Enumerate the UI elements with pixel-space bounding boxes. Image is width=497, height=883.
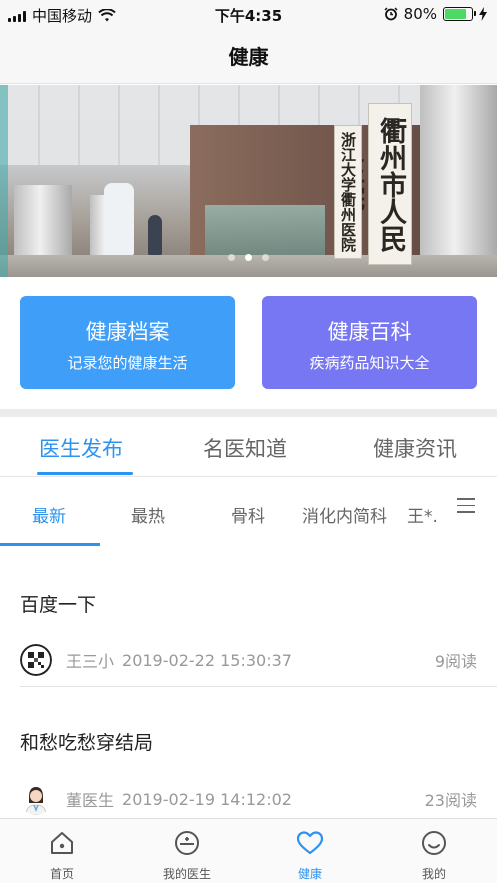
- tabbar-home-label: 首页: [49, 867, 74, 881]
- smile-icon: [422, 831, 446, 855]
- category-tab-gastroenterology[interactable]: 消化内简科: [302, 502, 387, 527]
- charging-icon: [479, 7, 487, 21]
- status-right: 80%: [384, 5, 487, 23]
- doctor-avatar-icon: [20, 783, 52, 815]
- tabbar-mine-label: 我的: [421, 867, 446, 881]
- battery-percent: 80%: [403, 5, 437, 23]
- health-encyclopedia-title: 健康百科: [327, 320, 412, 344]
- battery-icon: [443, 7, 476, 21]
- article-title: 百度一下: [20, 594, 97, 616]
- status-bar: 中国移动 下午4:35 80%: [0, 0, 497, 30]
- health-page: 中国移动 下午4:35 80% 健康 衢州市人民 浙江大学衢州医院 健康档案 记…: [0, 0, 497, 883]
- alarm-icon: [384, 7, 398, 21]
- banner-person: [104, 183, 134, 255]
- carousel-dot[interactable]: [245, 254, 252, 261]
- heart-icon: [296, 831, 324, 855]
- article-author: 董医生: [66, 791, 115, 810]
- banner-edge: [0, 85, 8, 277]
- tabbar-my-doctor[interactable]: 我的医生: [137, 819, 237, 883]
- category-tab-latest[interactable]: 最新: [32, 502, 66, 527]
- hospital-sign-left: 浙江大学衢州医院: [334, 125, 362, 259]
- tabbar-health[interactable]: 健康: [260, 819, 360, 883]
- bottom-tab-bar: 首页 我的医生 健康 我的: [0, 818, 497, 883]
- nav-bar: 健康: [0, 30, 497, 84]
- banner-person: [148, 215, 162, 255]
- tab-famous-doctors[interactable]: 名医知道: [203, 433, 287, 463]
- category-tab-orthopedics[interactable]: 骨科: [231, 502, 265, 527]
- tabbar-my-doctor-label: 我的医生: [162, 867, 211, 881]
- category-menu-icon[interactable]: [457, 498, 475, 514]
- article-datetime: 2019-02-19 14:12:02: [122, 789, 292, 809]
- article-meta: 王三小 2019-02-22 15:30:37 9阅读: [20, 644, 477, 676]
- carousel-dot[interactable]: [228, 254, 235, 261]
- health-encyclopedia-subtitle: 疾病药品知识大全: [309, 354, 430, 372]
- carousel-dots: [0, 254, 497, 261]
- doctor-bag-icon: [175, 831, 199, 855]
- battery-fill: [445, 9, 466, 19]
- health-encyclopedia-card[interactable]: 健康百科 疾病药品知识大全: [262, 296, 477, 389]
- article-author: 王三小: [66, 652, 115, 671]
- avatar: [20, 644, 52, 676]
- hospital-sign-right: 衢州市人民医院: [333, 103, 412, 265]
- section-divider: [0, 409, 497, 417]
- tabbar-mine[interactable]: 我的: [384, 819, 484, 883]
- article-item[interactable]: 百度一下 王三小 2019-02-22 15:30:37 9阅读: [0, 564, 497, 688]
- tab-doctor-posts[interactable]: 医生发布: [39, 433, 123, 463]
- page-title: 健康: [228, 45, 269, 69]
- health-record-subtitle: 记录您的健康生活: [67, 354, 188, 372]
- health-record-title: 健康档案: [85, 320, 170, 344]
- article-title: 和愁吃愁穿结局: [20, 732, 154, 754]
- article-datetime: 2019-02-22 15:30:37: [122, 650, 292, 670]
- home-icon: [51, 832, 73, 854]
- category-tab-wang[interactable]: 王*.: [407, 502, 438, 527]
- main-tab-indicator: [37, 472, 133, 475]
- article-meta: 董医生 2019-02-19 14:12:02 23阅读: [20, 783, 477, 815]
- category-tab-hottest[interactable]: 最热: [131, 502, 165, 527]
- tabbar-health-label: 健康: [297, 867, 322, 881]
- tab-health-news[interactable]: 健康资讯: [373, 433, 457, 463]
- list-spacer: [0, 546, 497, 564]
- banner-carousel[interactable]: 衢州市人民医院 浙江大学衢州医院: [0, 85, 497, 277]
- article-reads: 23阅读: [424, 791, 477, 810]
- avatar: [20, 783, 52, 815]
- health-record-card[interactable]: 健康档案 记录您的健康生活: [20, 296, 235, 389]
- article-reads: 9阅读: [434, 652, 477, 671]
- article-item[interactable]: 和愁吃愁穿结局 董医生 2019-02-19 14:12:02 23阅读: [0, 688, 497, 818]
- banner-pillar: [14, 185, 72, 263]
- carousel-dot[interactable]: [262, 254, 269, 261]
- qr-avatar-icon: [20, 644, 52, 676]
- tabbar-home[interactable]: 首页: [12, 819, 112, 883]
- category-tabs: 最新 最热 骨科 消化内简科 王*.: [0, 478, 497, 546]
- article-separator: [20, 686, 497, 687]
- banner-pillar: [420, 85, 497, 277]
- quick-cards: 健康档案 记录您的健康生活 健康百科 疾病药品知识大全: [20, 296, 477, 389]
- main-tabs: 医生发布 名医知道 健康资讯: [0, 417, 497, 477]
